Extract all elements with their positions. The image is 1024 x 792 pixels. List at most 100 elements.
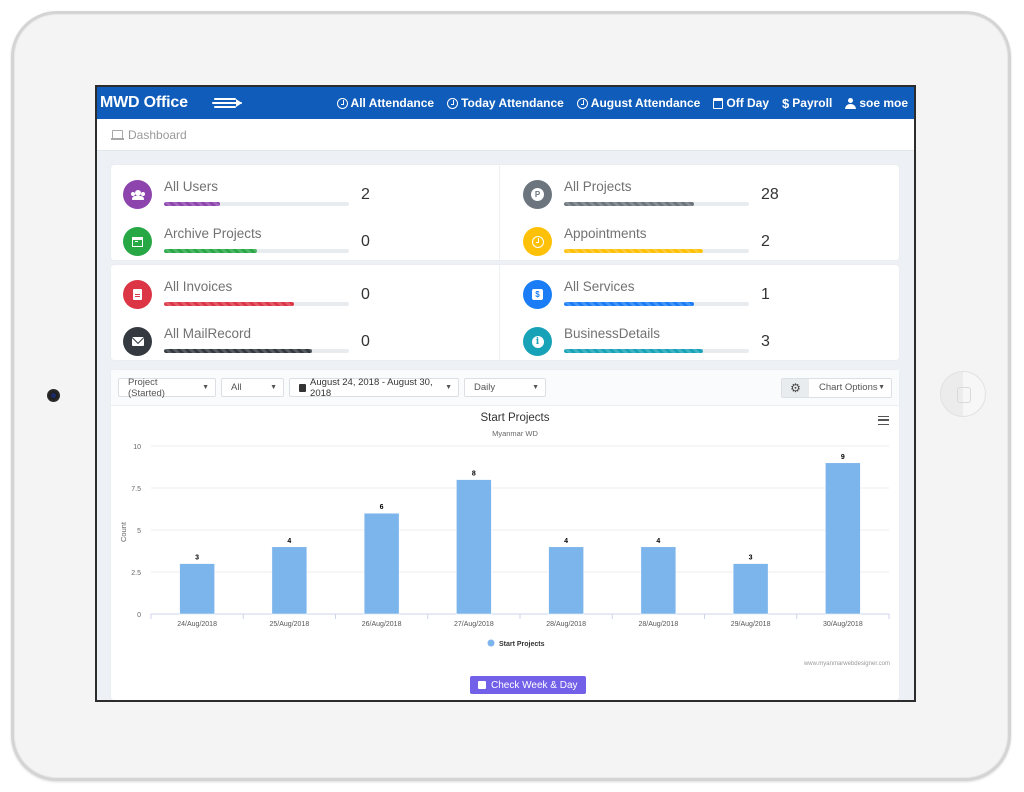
hamburger-menu-icon[interactable] <box>878 416 889 425</box>
date-range-picker[interactable]: August 24, 2018 - August 30, 2018 ▼ <box>289 377 459 399</box>
chart-subtitle: Myanmar WD <box>492 429 538 438</box>
data-label: 4 <box>564 538 568 545</box>
stats-card-2: All Invoices 0 All MailRecord 0 $ All Se… <box>111 265 899 360</box>
gears-icon[interactable]: ⚙ <box>782 378 809 397</box>
nav-all-attendance[interactable]: All Attendance <box>336 96 435 110</box>
nav-user-menu[interactable]: soe moe <box>845 96 908 110</box>
stat-label: Archive Projects <box>164 226 262 241</box>
data-label: 3 <box>195 555 199 562</box>
stat-value: 0 <box>361 332 370 350</box>
data-label: 4 <box>287 538 291 545</box>
y-tick-label: 5 <box>137 528 141 535</box>
y-axis-ticks: 0 2.5 5 7.5 10 <box>131 444 141 619</box>
y-tick-label: 0 <box>137 612 141 619</box>
interval-select[interactable]: Daily ▼ <box>464 378 546 397</box>
stat-label: All MailRecord <box>164 326 252 341</box>
type-select[interactable]: Project (Started) ▼ <box>118 377 216 399</box>
chart-area: Start Projects Myanmar WD Count 0 2.5 5 7.5… <box>111 406 899 696</box>
scope-select[interactable]: All ▼ <box>221 378 284 397</box>
progress-fill <box>564 202 694 206</box>
clock-icon <box>576 97 588 109</box>
bar <box>363 512 400 615</box>
x-tick-label: 27/Aug/2018 <box>454 621 494 628</box>
breadcrumb: Dashboard <box>97 119 914 151</box>
stat-value: 0 <box>361 285 370 303</box>
chart-options-select[interactable]: Chart Options ▼ <box>809 378 891 397</box>
dashboard-content: All Users 2 Archive Projects 0 P All Pro… <box>97 151 914 700</box>
stat-label: All Users <box>164 179 219 194</box>
bar <box>640 546 677 615</box>
archive-icon <box>123 227 152 256</box>
breadcrumb-dashboard[interactable]: Dashboard <box>128 128 187 142</box>
stat-value: 3 <box>761 332 770 350</box>
stat-all-invoices[interactable]: All Invoices 0 <box>123 273 499 320</box>
chart-legend[interactable]: Start Projects <box>487 639 545 649</box>
stat-all-projects[interactable]: P All Projects 28 <box>523 173 899 220</box>
x-tick-label: 26/Aug/2018 <box>362 621 402 628</box>
stat-archive-projects[interactable]: Archive Projects 0 <box>123 220 499 267</box>
sidebar-toggle-icon[interactable] <box>211 96 242 110</box>
progress-bar <box>564 302 749 306</box>
calendar-icon <box>299 383 307 392</box>
nav-label: Payroll <box>792 96 833 110</box>
data-label: 9 <box>841 454 845 461</box>
stat-all-users[interactable]: All Users 2 <box>123 173 499 220</box>
stat-label: BusinessDetails <box>564 326 661 341</box>
bar <box>456 479 492 615</box>
stat-all-mailrecord[interactable]: All MailRecord 0 <box>123 320 499 367</box>
stat-all-services[interactable]: $ All Services 1 <box>523 273 899 320</box>
dollar-icon: $ <box>782 95 790 111</box>
nav-label: All Attendance <box>350 96 435 110</box>
data-label: 8 <box>472 471 476 478</box>
app-screen: MWD Office All Attendance Today Attendan… <box>95 85 916 702</box>
stat-value: 28 <box>761 185 779 203</box>
home-button[interactable] <box>940 371 986 417</box>
clock-icon <box>336 97 348 109</box>
legend-label: Start Projects <box>499 641 545 648</box>
users-icon <box>123 180 152 209</box>
chart-card: Project (Started) ▼ All ▼ August 24, 2018 … <box>111 370 899 700</box>
nav-label: August Attendance <box>590 96 701 110</box>
nav-payroll[interactable]: $ Payroll <box>782 96 832 111</box>
x-tick-label: 25/Aug/2018 <box>270 621 310 628</box>
bar <box>271 546 308 615</box>
bar <box>732 563 769 615</box>
stat-appointments[interactable]: Appointments 2 <box>523 220 899 267</box>
stat-business-details[interactable]: i BusinessDetails 3 <box>523 320 899 367</box>
user-icon <box>845 97 857 109</box>
stat-label: Appointments <box>564 226 647 241</box>
nav-today-attendance[interactable]: Today Attendance <box>447 96 564 110</box>
y-tick-label: 7.5 <box>131 486 141 493</box>
y-axis-label: Count <box>119 521 128 542</box>
bar <box>548 546 584 615</box>
bar <box>825 462 861 615</box>
check-week-day-button[interactable]: Check Week & Day <box>470 676 586 694</box>
legend-marker <box>487 639 495 647</box>
clock-icon <box>523 227 552 256</box>
chart-title: Start Projects <box>480 412 549 424</box>
progress-fill <box>164 349 312 353</box>
app-title[interactable]: MWD Office <box>100 94 188 112</box>
progress-bar <box>164 249 349 253</box>
progress-fill <box>564 249 703 253</box>
stat-label: All Projects <box>564 179 632 194</box>
data-label: 4 <box>656 538 660 545</box>
dollar-box-icon: $ <box>523 280 552 309</box>
progress-bar <box>164 302 349 306</box>
chart-toolbar: Project (Started) ▼ All ▼ August 24, 2018 … <box>111 370 899 406</box>
progress-fill <box>164 249 257 253</box>
nav-off-day[interactable]: Off Day <box>713 96 769 110</box>
stats-card-1: All Users 2 Archive Projects 0 P All Pro… <box>111 165 899 260</box>
envelope-icon <box>123 327 152 356</box>
x-axis-ticks: 24/Aug/2018 25/Aug/2018 26/Aug/2018 27/Aug/… <box>150 614 890 628</box>
progress-bar <box>164 202 349 206</box>
stat-value: 0 <box>361 232 370 250</box>
top-navbar: MWD Office All Attendance Today Attendan… <box>97 87 914 119</box>
grid-lines <box>151 445 889 615</box>
x-tick-label: 28/Aug/2018 <box>639 621 679 628</box>
nav-label: Off Day <box>726 96 770 110</box>
nav-august-attendance[interactable]: August Attendance <box>576 96 701 110</box>
credit-link[interactable]: www.myanmarwebdesigner.com <box>804 661 890 667</box>
data-label: 6 <box>380 504 384 511</box>
info-icon: i <box>523 327 552 356</box>
